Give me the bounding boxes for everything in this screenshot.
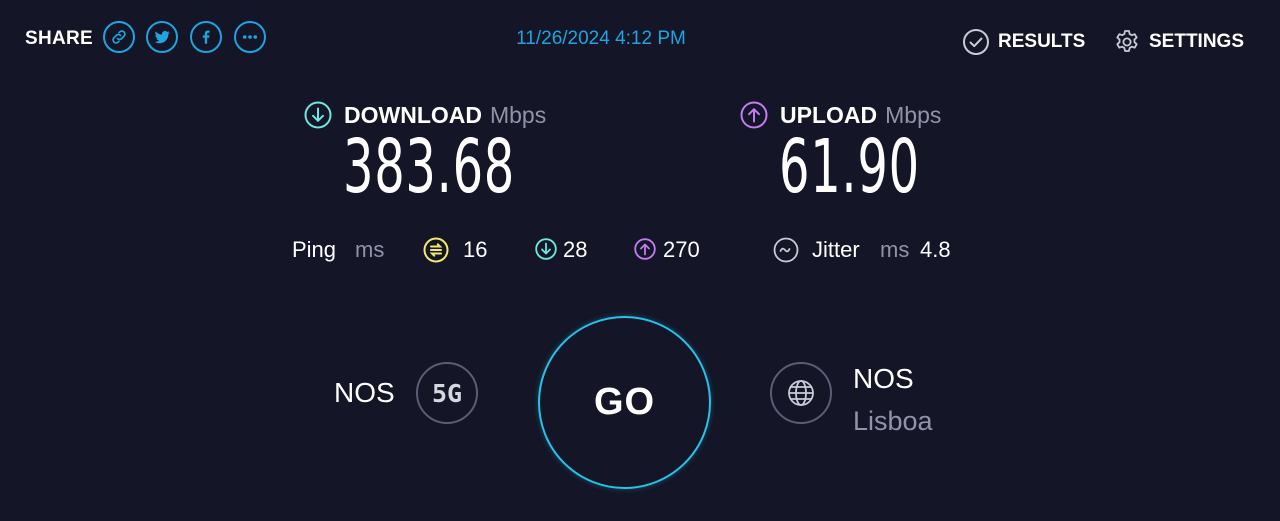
ping-upload-icon <box>634 238 656 260</box>
download-arrow-icon <box>304 101 332 129</box>
connection-type-badge: 5G <box>416 362 478 424</box>
ping-download-value: 28 <box>563 237 588 262</box>
ping-unit: ms <box>355 237 385 262</box>
check-circle-icon <box>963 29 989 55</box>
upload-arrow-icon <box>740 101 768 129</box>
gear-icon <box>1116 30 1138 52</box>
jitter-icon <box>773 237 799 263</box>
settings-button[interactable]: SETTINGS <box>1113 28 1244 56</box>
isp-name: NOS <box>334 377 395 408</box>
ping-upload-value: 270 <box>663 237 700 262</box>
ping-download-icon <box>535 238 557 260</box>
server-location[interactable]: Lisboa <box>853 406 933 437</box>
upload-value: 61.90 <box>779 124 920 210</box>
server-globe-button[interactable] <box>770 362 832 424</box>
ping-idle-value: 16 <box>463 237 488 262</box>
server-name[interactable]: NOS <box>853 363 914 395</box>
settings-label: SETTINGS <box>1149 31 1245 52</box>
globe-icon <box>788 380 814 406</box>
results-button[interactable]: RESULTS <box>962 28 1085 56</box>
go-button[interactable]: GO <box>538 316 711 489</box>
jitter-unit: ms <box>880 237 910 262</box>
jitter-value: 4.8 <box>920 237 951 262</box>
download-value: 383.68 <box>343 124 516 210</box>
ping-label: Ping <box>292 237 337 262</box>
results-label: RESULTS <box>998 31 1086 52</box>
ping-idle-icon <box>423 237 449 263</box>
jitter-label: Jitter <box>812 237 860 262</box>
